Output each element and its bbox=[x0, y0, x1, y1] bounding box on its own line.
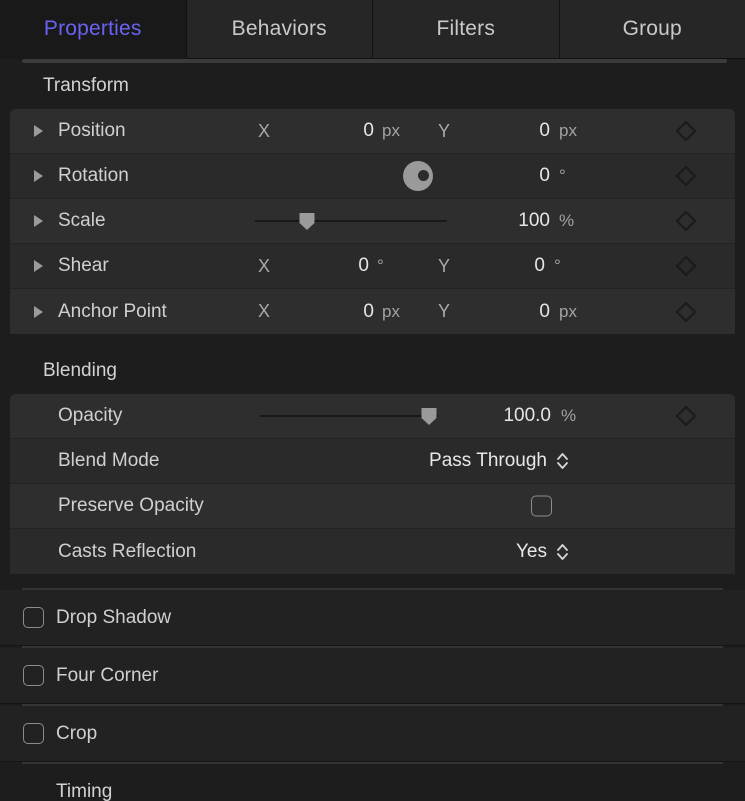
row-blend-mode[interactable]: Blend Mode Pass Through bbox=[10, 439, 735, 484]
row-opacity[interactable]: Opacity 100.0 % bbox=[10, 394, 735, 439]
section-transform-label: Transform bbox=[43, 75, 129, 96]
inspector-tab-bar: Properties Behaviors Filters Group bbox=[0, 0, 745, 59]
anchor-x-axis-label: X bbox=[258, 301, 271, 321]
keyframe-diamond-icon[interactable] bbox=[675, 120, 697, 142]
crop-label: Crop bbox=[56, 722, 98, 744]
opacity-unit: % bbox=[561, 406, 577, 425]
section-title-blending: Blending bbox=[0, 348, 745, 394]
row-casts-reflection[interactable]: Casts Reflection Yes bbox=[10, 529, 735, 574]
row-anchor-point[interactable]: Anchor Point X 0 px Y 0 px bbox=[10, 289, 735, 334]
position-y-axis-label: Y bbox=[438, 120, 451, 141]
drop-shadow-label: Drop Shadow bbox=[56, 606, 172, 628]
row-position[interactable]: Position X 0 px Y 0 px bbox=[10, 109, 735, 154]
row-preserve-opacity[interactable]: Preserve Opacity bbox=[10, 484, 735, 529]
row-scale[interactable]: Scale 100 % bbox=[10, 199, 735, 244]
rotation-dial[interactable] bbox=[403, 161, 433, 191]
group-separator bbox=[0, 574, 745, 588]
disclosure-triangle-icon[interactable] bbox=[30, 304, 46, 320]
casts-reflection-value: Yes bbox=[516, 540, 547, 562]
disclosure-triangle-icon[interactable] bbox=[30, 168, 46, 184]
position-x-axis-label: X bbox=[258, 120, 271, 141]
tab-properties-label: Properties bbox=[43, 17, 142, 40]
section-timing-label: Timing bbox=[56, 781, 113, 801]
row-shear[interactable]: Shear X 0 ° Y 0 ° bbox=[10, 244, 735, 289]
keyframe-diamond-icon[interactable] bbox=[675, 255, 697, 277]
position-y-value[interactable]: 0 bbox=[486, 120, 550, 142]
position-x-unit: px bbox=[382, 121, 400, 140]
row-position-label: Position bbox=[58, 120, 126, 141]
blending-parameter-group: Opacity 100.0 % Blend Mode Pass Through bbox=[10, 394, 735, 574]
scale-slider[interactable] bbox=[255, 211, 447, 231]
position-y-unit: px bbox=[559, 121, 577, 140]
row-preserve-opacity-label: Preserve Opacity bbox=[58, 495, 204, 516]
tab-filters[interactable]: Filters bbox=[373, 0, 560, 59]
row-opacity-label: Opacity bbox=[58, 405, 123, 426]
chevron-updown-icon bbox=[556, 451, 569, 471]
row-rotation-label: Rotation bbox=[58, 165, 129, 186]
anchor-y-axis-label: Y bbox=[438, 301, 451, 321]
rotation-value[interactable]: 0 bbox=[486, 165, 550, 187]
row-drop-shadow[interactable]: Drop Shadow bbox=[0, 590, 745, 646]
group-separator bbox=[0, 334, 745, 348]
tab-filters-label: Filters bbox=[436, 17, 496, 40]
preserve-opacity-checkbox[interactable] bbox=[531, 495, 552, 517]
row-rotation[interactable]: Rotation 0 ° bbox=[10, 154, 735, 199]
rotation-unit: ° bbox=[559, 166, 566, 185]
shear-y-axis-label: Y bbox=[438, 255, 451, 276]
properties-inspector-panel: Properties Behaviors Filters Group Trans… bbox=[0, 0, 745, 801]
row-four-corner[interactable]: Four Corner bbox=[0, 648, 745, 704]
transform-parameter-group: Position X 0 px Y 0 px Rotation 0 ° Scal… bbox=[10, 109, 735, 334]
anchor-y-value[interactable]: 0 bbox=[486, 301, 550, 323]
scale-unit: % bbox=[559, 211, 575, 230]
tab-group-label: Group bbox=[622, 17, 682, 40]
anchor-x-unit: px bbox=[382, 301, 400, 321]
row-blend-mode-label: Blend Mode bbox=[58, 450, 160, 471]
disclosure-triangle-icon[interactable] bbox=[30, 258, 46, 274]
row-crop[interactable]: Crop bbox=[0, 706, 745, 762]
tab-behaviors-label: Behaviors bbox=[231, 17, 327, 40]
opacity-slider-thumb[interactable] bbox=[421, 407, 438, 426]
scale-slider-thumb[interactable] bbox=[298, 212, 315, 231]
keyframe-diamond-icon[interactable] bbox=[675, 210, 697, 232]
panel-top-scrollbar[interactable] bbox=[0, 59, 745, 63]
shear-x-axis-label: X bbox=[258, 255, 271, 276]
tab-group[interactable]: Group bbox=[559, 0, 745, 59]
row-casts-reflection-label: Casts Reflection bbox=[58, 540, 197, 562]
position-x-value[interactable]: 0 bbox=[310, 120, 374, 142]
tab-properties[interactable]: Properties bbox=[0, 0, 187, 59]
scale-value[interactable]: 100 bbox=[470, 210, 550, 232]
shear-y-value[interactable]: 0 bbox=[481, 255, 545, 277]
casts-reflection-popup-menu[interactable]: Yes bbox=[516, 541, 569, 563]
shear-x-value[interactable]: 0 bbox=[305, 255, 369, 277]
shear-y-unit: ° bbox=[554, 256, 561, 275]
section-blending-label: Blending bbox=[43, 360, 117, 381]
keyframe-diamond-icon[interactable] bbox=[675, 300, 697, 323]
disclosure-triangle-icon[interactable] bbox=[30, 213, 46, 229]
opacity-value[interactable]: 100.0 bbox=[453, 405, 551, 427]
anchor-y-unit: px bbox=[559, 301, 577, 321]
chevron-updown-icon bbox=[556, 542, 569, 562]
row-anchor-point-label: Anchor Point bbox=[58, 300, 167, 322]
blend-mode-popup-menu[interactable]: Pass Through bbox=[429, 450, 569, 472]
opacity-slider-track bbox=[260, 415, 438, 417]
row-scale-label: Scale bbox=[58, 210, 106, 231]
crop-checkbox[interactable] bbox=[23, 723, 44, 744]
keyframe-diamond-icon[interactable] bbox=[675, 405, 697, 427]
drop-shadow-checkbox[interactable] bbox=[23, 607, 44, 628]
keyframe-diamond-icon[interactable] bbox=[675, 165, 697, 187]
row-shear-label: Shear bbox=[58, 255, 109, 276]
anchor-x-value[interactable]: 0 bbox=[310, 301, 374, 323]
four-corner-checkbox[interactable] bbox=[23, 665, 44, 686]
section-title-transform: Transform bbox=[0, 63, 745, 109]
scale-slider-track bbox=[255, 220, 447, 222]
disclosure-triangle-icon[interactable] bbox=[30, 123, 46, 139]
rotation-dial-knob-icon bbox=[418, 170, 429, 181]
blend-mode-value: Pass Through bbox=[429, 450, 547, 471]
shear-x-unit: ° bbox=[377, 256, 384, 275]
tab-behaviors[interactable]: Behaviors bbox=[186, 0, 373, 59]
section-title-timing: Timing bbox=[0, 764, 745, 801]
four-corner-label: Four Corner bbox=[56, 664, 159, 686]
opacity-slider[interactable] bbox=[260, 406, 438, 426]
